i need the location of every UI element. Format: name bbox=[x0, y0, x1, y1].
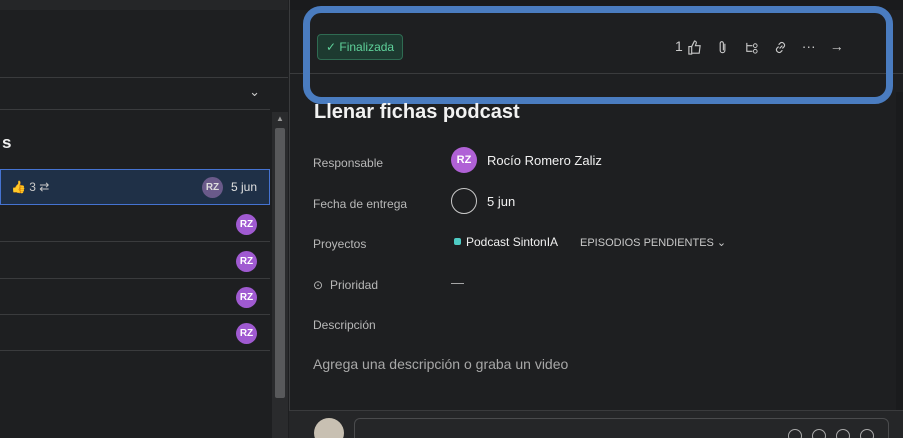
project-section-dropdown[interactable]: EPISODIOS PENDIENTES ⌄ bbox=[580, 236, 726, 249]
task-row-selected[interactable]: 👍 3 ⇄ RZ 5 jun bbox=[0, 169, 270, 205]
highlight-annotation bbox=[303, 6, 893, 104]
project-color-dot bbox=[454, 238, 461, 245]
calendar-icon[interactable] bbox=[451, 188, 477, 214]
priority-value[interactable]: — bbox=[451, 275, 464, 290]
task-row[interactable]: RZ bbox=[0, 279, 270, 315]
scroll-up-icon[interactable]: ▲ bbox=[276, 114, 284, 123]
emoji-icon[interactable] bbox=[788, 429, 802, 438]
comment-input[interactable] bbox=[354, 418, 889, 438]
add-icon[interactable] bbox=[860, 429, 874, 438]
description-field[interactable]: Agrega una descripción o graba un video bbox=[313, 356, 568, 372]
task-list-panel: ⌄ s 👍 3 ⇄ RZ 5 jun RZ RZ RZ RZ ▲ bbox=[0, 0, 288, 438]
projects-label: Proyectos bbox=[313, 237, 367, 251]
avatar[interactable]: RZ bbox=[202, 177, 223, 198]
section-title: s bbox=[2, 133, 12, 152]
avatar[interactable]: RZ bbox=[236, 323, 257, 344]
star-icon[interactable] bbox=[836, 429, 850, 438]
assignee-avatar[interactable]: RZ bbox=[451, 147, 477, 173]
task-row[interactable]: RZ bbox=[0, 206, 270, 242]
project-name[interactable]: Podcast SintonIA bbox=[466, 235, 558, 249]
filter-dropdown[interactable]: ⌄ bbox=[0, 78, 270, 110]
description-label: Descripción bbox=[313, 318, 376, 332]
right-scrollbar[interactable] bbox=[896, 92, 903, 412]
due-date-label: Fecha de entrega bbox=[313, 197, 408, 211]
assignee-name[interactable]: Rocío Romero Zaliz bbox=[487, 153, 602, 168]
priority-label: Prioridad bbox=[330, 278, 379, 292]
app-window: ⌄ s 👍 3 ⇄ RZ 5 jun RZ RZ RZ RZ ▲ ✓ Final… bbox=[0, 0, 903, 438]
assignee-label: Responsable bbox=[313, 156, 384, 170]
chevron-down-icon[interactable]: ⌄ bbox=[249, 84, 260, 100]
avatar[interactable]: RZ bbox=[236, 214, 257, 235]
scrollbar-thumb[interactable] bbox=[275, 128, 285, 398]
due-date-value[interactable]: 5 jun bbox=[487, 194, 515, 209]
mention-icon[interactable] bbox=[812, 429, 826, 438]
list-header bbox=[0, 10, 288, 78]
avatar[interactable]: RZ bbox=[236, 251, 257, 272]
task-row[interactable]: RZ bbox=[0, 243, 270, 279]
task-meta: 👍 3 ⇄ bbox=[11, 180, 50, 194]
task-title[interactable]: Llenar fichas podcast bbox=[314, 101, 520, 124]
avatar[interactable]: RZ bbox=[236, 287, 257, 308]
task-row[interactable]: RZ bbox=[0, 315, 270, 351]
due-date: 5 jun bbox=[231, 180, 258, 194]
top-bar bbox=[0, 0, 288, 10]
priority-icon: ⊙ bbox=[313, 278, 324, 292]
comment-tools bbox=[788, 429, 874, 438]
